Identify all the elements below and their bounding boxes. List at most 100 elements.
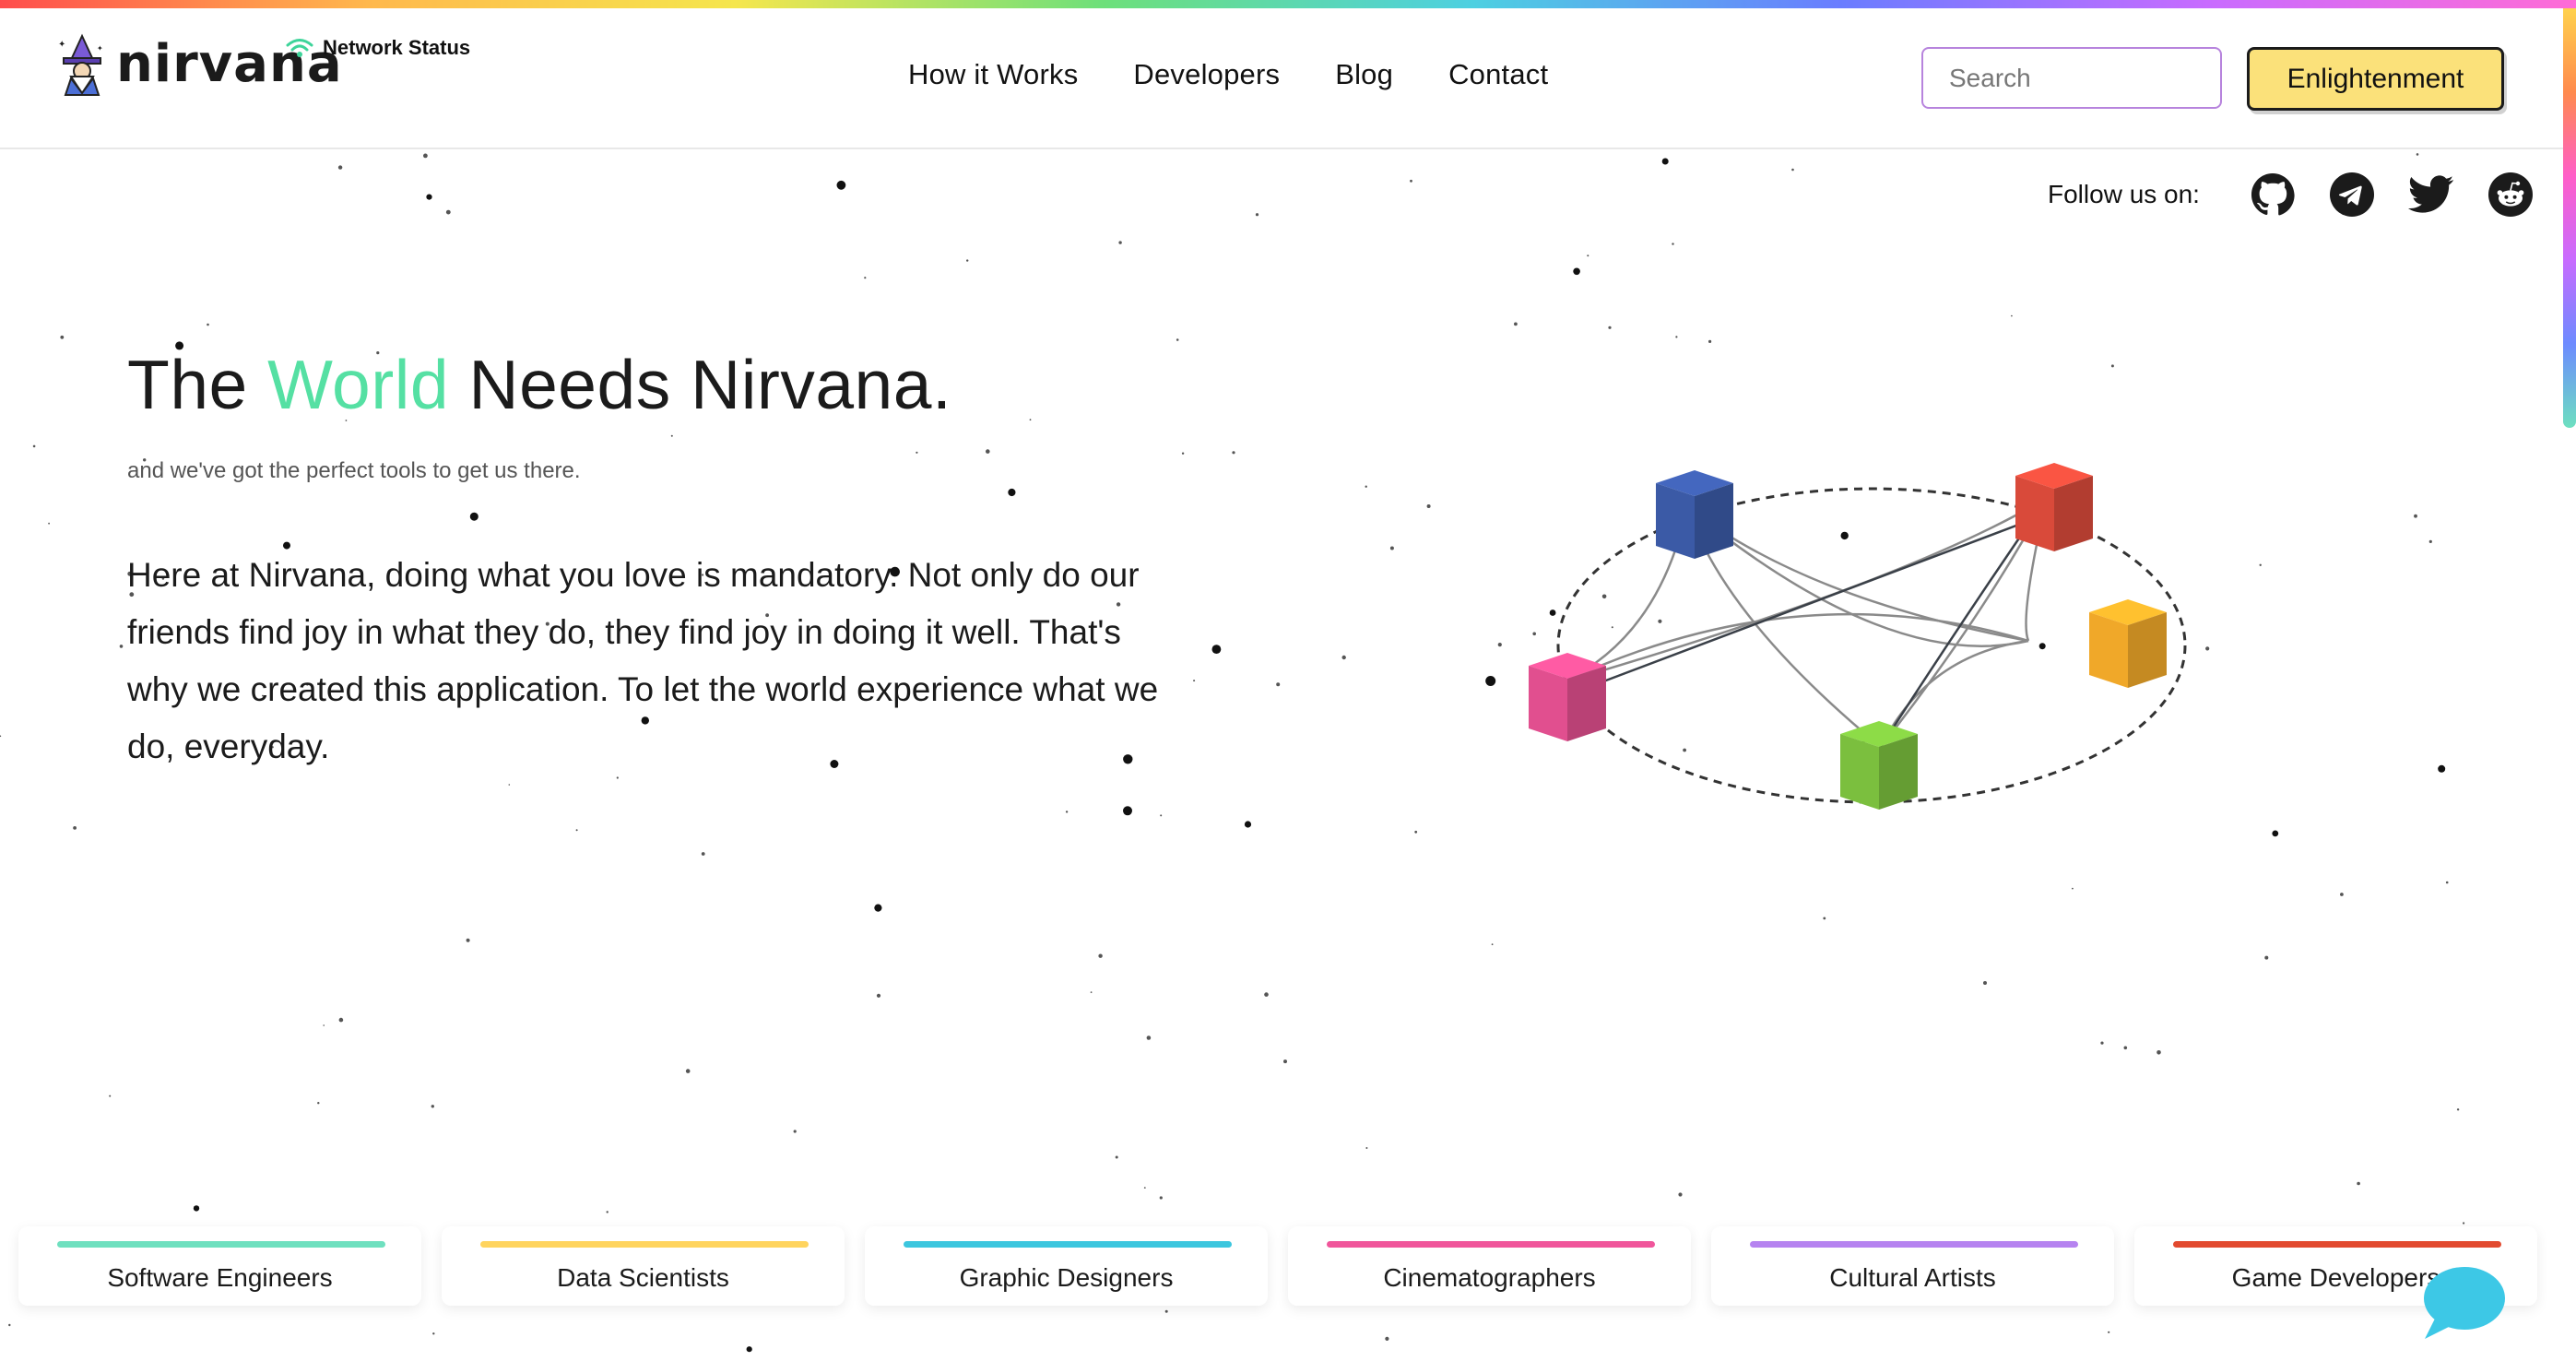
category-label: Cinematographers bbox=[1383, 1263, 1596, 1292]
reddit-icon[interactable] bbox=[2487, 172, 2534, 218]
star bbox=[337, 165, 343, 170]
star bbox=[2157, 1050, 2161, 1055]
star bbox=[1232, 451, 1235, 455]
star bbox=[685, 1069, 691, 1073]
wizard-icon: ✦ ✦ bbox=[58, 33, 103, 96]
nav-developers[interactable]: Developers bbox=[1133, 58, 1280, 91]
category-data-scientists[interactable]: Data Scientists bbox=[442, 1226, 845, 1306]
star bbox=[2456, 1108, 2460, 1111]
star bbox=[2438, 764, 2446, 773]
star bbox=[701, 852, 705, 856]
search-input[interactable] bbox=[1921, 47, 2222, 109]
star bbox=[2072, 887, 2074, 890]
category-bar bbox=[480, 1241, 809, 1248]
star bbox=[966, 259, 969, 262]
scrollbar[interactable] bbox=[2563, 8, 2576, 428]
hero-title-accent: World bbox=[267, 346, 450, 423]
star bbox=[1098, 953, 1103, 958]
star bbox=[207, 323, 209, 326]
category-label: Game Developers bbox=[2231, 1263, 2440, 1292]
star bbox=[1491, 943, 1494, 946]
star bbox=[432, 1332, 435, 1335]
star bbox=[1414, 830, 1418, 834]
star bbox=[1118, 241, 1122, 244]
star bbox=[1608, 325, 1612, 329]
enlightenment-button[interactable]: Enlightenment bbox=[2247, 47, 2504, 111]
star bbox=[73, 826, 77, 830]
nav-blog[interactable]: Blog bbox=[1335, 58, 1393, 91]
star bbox=[466, 938, 470, 942]
star bbox=[606, 1211, 609, 1213]
star bbox=[1385, 1336, 1389, 1341]
star bbox=[2416, 153, 2419, 156]
star bbox=[1708, 339, 1712, 343]
star bbox=[616, 776, 619, 779]
star bbox=[109, 1095, 112, 1097]
main-nav: How it Works Developers Blog Contact bbox=[908, 58, 1548, 91]
site-header: ✦ ✦ nirvana Network Status How it Works … bbox=[0, 8, 2563, 149]
star bbox=[2463, 1222, 2465, 1225]
chat-bubble-icon[interactable] bbox=[2419, 1263, 2506, 1343]
star bbox=[323, 1024, 325, 1026]
nav-contact[interactable]: Contact bbox=[1448, 58, 1548, 91]
star bbox=[1573, 267, 1580, 276]
star bbox=[32, 444, 36, 448]
category-bar bbox=[57, 1241, 385, 1248]
star bbox=[426, 194, 432, 200]
social-follow: Follow us on: bbox=[2048, 172, 2534, 218]
star bbox=[8, 1323, 11, 1327]
hero-body: Here at Nirvana, doing what you love is … bbox=[127, 556, 1159, 765]
star bbox=[1497, 643, 1502, 647]
star bbox=[2259, 563, 2262, 566]
category-label: Cultural Artists bbox=[1829, 1263, 1996, 1292]
github-icon[interactable] bbox=[2250, 172, 2296, 218]
star bbox=[1211, 645, 1222, 654]
star bbox=[445, 209, 451, 215]
star bbox=[1164, 1309, 1168, 1313]
star bbox=[1181, 452, 1185, 455]
follow-label: Follow us on: bbox=[2048, 180, 2200, 208]
category-bar bbox=[904, 1241, 1232, 1248]
star bbox=[423, 153, 428, 159]
category-cultural-artists[interactable]: Cultural Artists bbox=[1711, 1226, 2114, 1306]
telegram-icon[interactable] bbox=[2329, 172, 2375, 218]
category-label: Data Scientists bbox=[557, 1263, 729, 1292]
star bbox=[2357, 1181, 2360, 1186]
category-cards: Software Engineers Data Scientists Graph… bbox=[18, 1226, 2537, 1306]
category-bar bbox=[1327, 1241, 1655, 1248]
network-node bbox=[1656, 470, 1733, 559]
network-node bbox=[2015, 463, 2093, 551]
category-cinematographers[interactable]: Cinematographers bbox=[1288, 1226, 1691, 1306]
network-status[interactable]: Network Status bbox=[286, 36, 470, 60]
star bbox=[1146, 1036, 1152, 1040]
star bbox=[1587, 254, 1589, 257]
star bbox=[2414, 514, 2417, 518]
category-software-engineers[interactable]: Software Engineers bbox=[18, 1226, 421, 1306]
category-bar bbox=[1750, 1241, 2078, 1248]
star bbox=[1276, 682, 1281, 687]
twitter-icon[interactable] bbox=[2407, 172, 2454, 218]
nav-how-it-works[interactable]: How it Works bbox=[908, 58, 1078, 91]
hero-title: The World Needs Nirvana. bbox=[127, 346, 952, 423]
svg-text:✦: ✦ bbox=[97, 44, 103, 53]
star bbox=[1123, 806, 1132, 816]
star bbox=[2011, 314, 2013, 317]
star bbox=[746, 1346, 752, 1353]
star bbox=[1823, 917, 1826, 920]
network-node bbox=[1840, 721, 1918, 810]
star bbox=[1341, 655, 1346, 660]
star bbox=[508, 784, 511, 786]
category-bar bbox=[2173, 1241, 2501, 1248]
star bbox=[2108, 1331, 2110, 1333]
wifi-icon bbox=[286, 39, 313, 57]
star bbox=[2445, 881, 2449, 884]
star bbox=[864, 277, 867, 279]
star bbox=[48, 522, 50, 525]
star bbox=[317, 1102, 320, 1105]
star bbox=[1661, 158, 1669, 165]
star bbox=[2100, 1041, 2104, 1045]
category-graphic-designers[interactable]: Graphic Designers bbox=[865, 1226, 1268, 1306]
rainbow-top-bar bbox=[0, 0, 2576, 8]
star bbox=[1264, 992, 1269, 997]
network-node bbox=[2089, 599, 2167, 688]
